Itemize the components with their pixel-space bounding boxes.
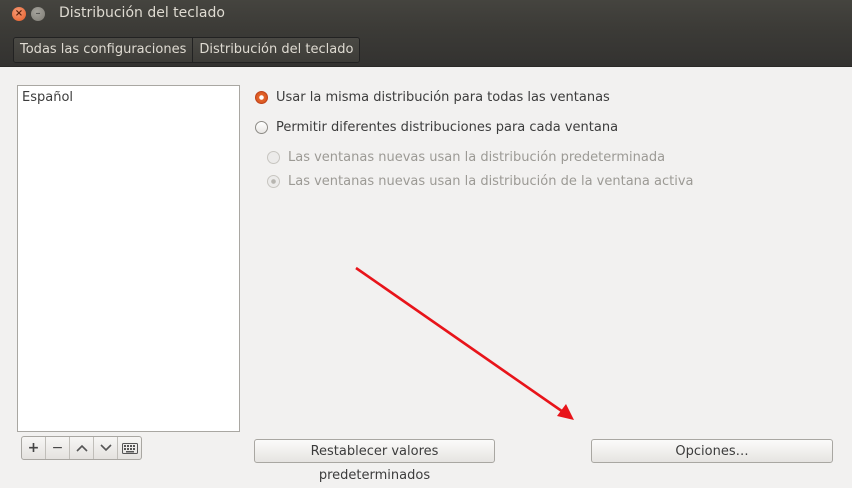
- radio-same-layout[interactable]: [255, 91, 268, 104]
- minimize-window-button[interactable]: –: [31, 7, 45, 21]
- keyboard-icon: [121, 442, 138, 454]
- suboption-default-label: Las ventanas nuevas usan la distribución…: [288, 150, 666, 165]
- options-button[interactable]: Opciones…: [591, 439, 833, 463]
- option-different-layout[interactable]: Permitir diferentes distribuciones para …: [255, 120, 618, 135]
- window-title: Distribución del teclado: [59, 5, 225, 21]
- close-window-button[interactable]: ×: [12, 7, 26, 21]
- suboption-active-label: Las ventanas nuevas usan la distribución…: [288, 174, 694, 189]
- remove-layout-button[interactable]: −: [45, 437, 69, 459]
- option-same-layout-label: Usar la misma distribución para todas la…: [276, 90, 610, 105]
- minus-icon: −: [51, 440, 64, 456]
- breadcrumb: Todas las configuraciones Distribución d…: [13, 37, 361, 63]
- option-same-layout[interactable]: Usar la misma distribución para todas la…: [255, 90, 610, 105]
- chevron-up-icon: [75, 444, 88, 452]
- radio-sub-active: [267, 175, 280, 188]
- chevron-down-icon: [99, 444, 112, 452]
- radio-sub-default: [267, 151, 280, 164]
- keyboard-preview-button[interactable]: [117, 437, 141, 459]
- option-different-layout-label: Permitir diferentes distribuciones para …: [276, 120, 619, 135]
- breadcrumb-keyboard-layout[interactable]: Distribución del teclado: [192, 38, 360, 62]
- move-down-button[interactable]: [93, 437, 117, 459]
- add-layout-button[interactable]: +: [22, 437, 45, 459]
- reset-defaults-button[interactable]: Restablecer valores predeterminados: [254, 439, 495, 483]
- radio-different-layout[interactable]: [255, 121, 268, 134]
- breadcrumb-all-settings[interactable]: Todas las configuraciones: [14, 38, 193, 62]
- title-bar: × – Distribución del teclado: [0, 0, 852, 28]
- layout-list[interactable]: Español: [17, 85, 240, 432]
- suboption-active-layout: Las ventanas nuevas usan la distribución…: [267, 174, 694, 189]
- suboption-default-layout: Las ventanas nuevas usan la distribución…: [267, 150, 665, 165]
- layout-list-toolbar: + −: [21, 436, 142, 460]
- plus-icon: +: [27, 440, 40, 456]
- move-up-button[interactable]: [69, 437, 93, 459]
- list-item[interactable]: Español: [18, 86, 239, 109]
- toolbar: Todas las configuraciones Distribución d…: [0, 28, 852, 67]
